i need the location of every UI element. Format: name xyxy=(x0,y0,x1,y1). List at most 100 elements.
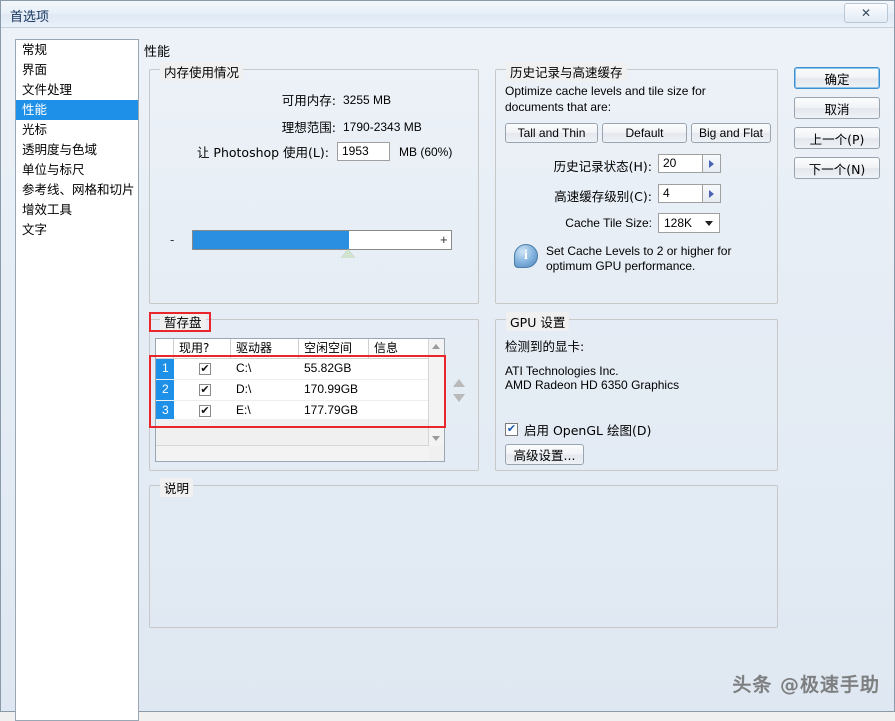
title-bar: 首选项 ✕ xyxy=(1,1,894,28)
column-header-active[interactable]: 现用? xyxy=(174,339,231,358)
watermark: 头条 @极速手助 xyxy=(732,674,880,696)
slider-decrease-label: - xyxy=(170,232,175,247)
preset-tall-and-thin-button[interactable]: Tall and Thin xyxy=(505,123,598,143)
memory-slider[interactable]: - + xyxy=(170,230,460,258)
move-up-icon[interactable] xyxy=(453,379,465,387)
checkbox-box: ✔ xyxy=(505,423,518,436)
sidebar-item-file-handling[interactable]: 文件处理 xyxy=(16,80,138,100)
row-index: 3 xyxy=(156,401,174,421)
column-header-index[interactable] xyxy=(156,339,174,358)
available-memory-value: 3255 MB xyxy=(343,92,392,107)
table-vertical-scrollbar[interactable] xyxy=(428,339,444,446)
table-empty-area xyxy=(156,419,429,446)
row-info xyxy=(369,401,431,421)
scrollbar-corner xyxy=(429,446,444,461)
sidebar-item-type[interactable]: 文字 xyxy=(16,220,138,240)
row-index: 1 xyxy=(156,359,174,379)
chevron-down-icon xyxy=(705,221,713,226)
scroll-up-icon[interactable] xyxy=(432,344,440,349)
memory-slider-thumb[interactable] xyxy=(341,249,355,258)
next-button[interactable]: 下一个(N) xyxy=(794,157,880,179)
history-cache-group: 历史记录与高速缓存 Optimize cache levels and tile… xyxy=(495,62,778,304)
let-photoshop-use-label: 让 Photoshop 使用(L): xyxy=(196,145,329,160)
memory-slider-track[interactable] xyxy=(192,230,452,250)
scratch-disk-reorder-controls[interactable] xyxy=(453,379,465,402)
row-drive: D:\ xyxy=(236,382,252,396)
close-icon[interactable]: ✕ xyxy=(844,3,888,23)
row-free-space: 170.99GB xyxy=(304,382,359,396)
gpu-info-icon: i xyxy=(514,244,538,268)
cache-description-line2: documents that are: xyxy=(505,100,612,114)
let-photoshop-use-input[interactable]: 1953 xyxy=(337,142,390,161)
enable-opengl-label: 启用 OpenGL 绘图(D) xyxy=(524,423,652,438)
cache-description-line1: Optimize cache levels and tile size for xyxy=(505,84,706,98)
memory-slider-fill xyxy=(193,231,349,249)
sidebar-item-performance[interactable]: 性能 xyxy=(16,100,138,120)
row-active-checkbox[interactable]: ✔ xyxy=(174,380,231,400)
sidebar-item-plugins[interactable]: 增效工具 xyxy=(16,200,138,220)
scroll-down-icon[interactable] xyxy=(432,436,440,441)
row-info xyxy=(369,380,431,400)
sidebar-item-units-rulers[interactable]: 单位与标尺 xyxy=(16,160,138,180)
preset-big-and-flat-button[interactable]: Big and Flat xyxy=(691,123,771,143)
gpu-model: AMD Radeon HD 6350 Graphics xyxy=(505,378,680,392)
gpu-detected-label: 检测到的显卡: xyxy=(505,339,585,354)
slider-increase-label: + xyxy=(440,232,448,247)
table-header-row: 现用? 驱动器 空闲空间 信息 xyxy=(156,339,444,359)
available-memory-label: 可用内存: xyxy=(281,93,336,108)
history-cache-legend: 历史记录与高速缓存 xyxy=(506,62,627,81)
column-header-free[interactable]: 空闲空间 xyxy=(299,339,369,358)
dialog-body: 常规 界面 文件处理 性能 光标 透明度与色域 单位与标尺 参考线、网格和切片 … xyxy=(1,27,894,721)
ideal-range-label: 理想范围: xyxy=(281,120,336,135)
cache-info-line1: Set Cache Levels to 2 or higher for xyxy=(546,244,732,258)
gpu-vendor: ATI Technologies Inc. xyxy=(505,364,619,378)
cache-info-line2: optimum GPU performance. xyxy=(546,259,696,273)
row-free-space: 55.82GB xyxy=(304,361,352,375)
row-active-checkbox[interactable]: ✔ xyxy=(174,359,231,379)
row-free-space: 177.79GB xyxy=(304,403,359,417)
row-info xyxy=(369,359,431,379)
column-header-info[interactable]: 信息 xyxy=(369,339,431,358)
let-photoshop-use-suffix: MB (60%) xyxy=(399,144,453,159)
table-row[interactable]: 1 ✔ C:\ 55.82GB xyxy=(156,359,444,380)
advanced-settings-button[interactable]: 高级设置... xyxy=(505,444,584,465)
preferences-window: 首选项 ✕ 常规 界面 文件处理 性能 光标 透明度与色域 单位与标尺 参考线、… xyxy=(0,0,895,721)
category-list[interactable]: 常规 界面 文件处理 性能 光标 透明度与色域 单位与标尺 参考线、网格和切片 … xyxy=(15,39,139,721)
scratch-disk-table[interactable]: 现用? 驱动器 空闲空间 信息 1 ✔ C:\ 55.82GB 2 ✔ D:\ … xyxy=(155,338,445,462)
history-states-input[interactable]: 20 xyxy=(658,154,702,173)
gpu-settings-group: GPU 设置 检测到的显卡: ATI Technologies Inc. AMD… xyxy=(495,312,778,471)
table-horizontal-scrollbar[interactable] xyxy=(156,445,429,461)
ok-button[interactable]: 确定 xyxy=(794,67,880,89)
cache-tile-size-value: 128K xyxy=(664,216,693,230)
memory-usage-group: 内存使用情况 可用内存: 3255 MB 理想范围: 1790-2343 MB … xyxy=(149,62,479,304)
gpu-settings-legend: GPU 设置 xyxy=(506,312,570,331)
cache-levels-stepper-button[interactable] xyxy=(702,184,721,203)
column-header-drive[interactable]: 驱动器 xyxy=(231,339,299,358)
window-title: 首选项 xyxy=(10,10,50,25)
scratch-disk-legend: 暂存盘 xyxy=(160,312,206,331)
row-active-checkbox[interactable]: ✔ xyxy=(174,401,231,421)
page-title: 性能 xyxy=(144,45,171,60)
chevron-right-icon xyxy=(709,159,714,168)
history-states-stepper-button[interactable] xyxy=(702,154,721,173)
cache-levels-label: 高速缓存级别(C): xyxy=(554,189,652,204)
cache-levels-input[interactable]: 4 xyxy=(658,184,702,203)
memory-usage-legend: 内存使用情况 xyxy=(160,62,244,81)
previous-button[interactable]: 上一个(P) xyxy=(794,127,880,149)
preset-default-button[interactable]: Default xyxy=(602,123,687,143)
cache-tile-size-select[interactable]: 128K xyxy=(658,213,720,233)
chevron-right-icon xyxy=(709,189,714,198)
move-down-icon[interactable] xyxy=(453,394,465,402)
enable-opengl-checkbox[interactable]: ✔ 启用 OpenGL 绘图(D) xyxy=(505,420,651,439)
history-states-stepper[interactable]: 20 xyxy=(658,154,721,173)
table-row[interactable]: 2 ✔ D:\ 170.99GB xyxy=(156,380,444,401)
sidebar-item-interface[interactable]: 界面 xyxy=(16,60,138,80)
sidebar-item-cursors[interactable]: 光标 xyxy=(16,120,138,140)
row-index: 2 xyxy=(156,380,174,400)
cancel-button[interactable]: 取消 xyxy=(794,97,880,119)
cache-levels-stepper[interactable]: 4 xyxy=(658,184,721,203)
description-group: 说明 xyxy=(149,478,778,628)
sidebar-item-guides-grid[interactable]: 参考线、网格和切片 xyxy=(16,180,138,200)
sidebar-item-general[interactable]: 常规 xyxy=(16,40,138,60)
sidebar-item-transparency[interactable]: 透明度与色域 xyxy=(16,140,138,160)
